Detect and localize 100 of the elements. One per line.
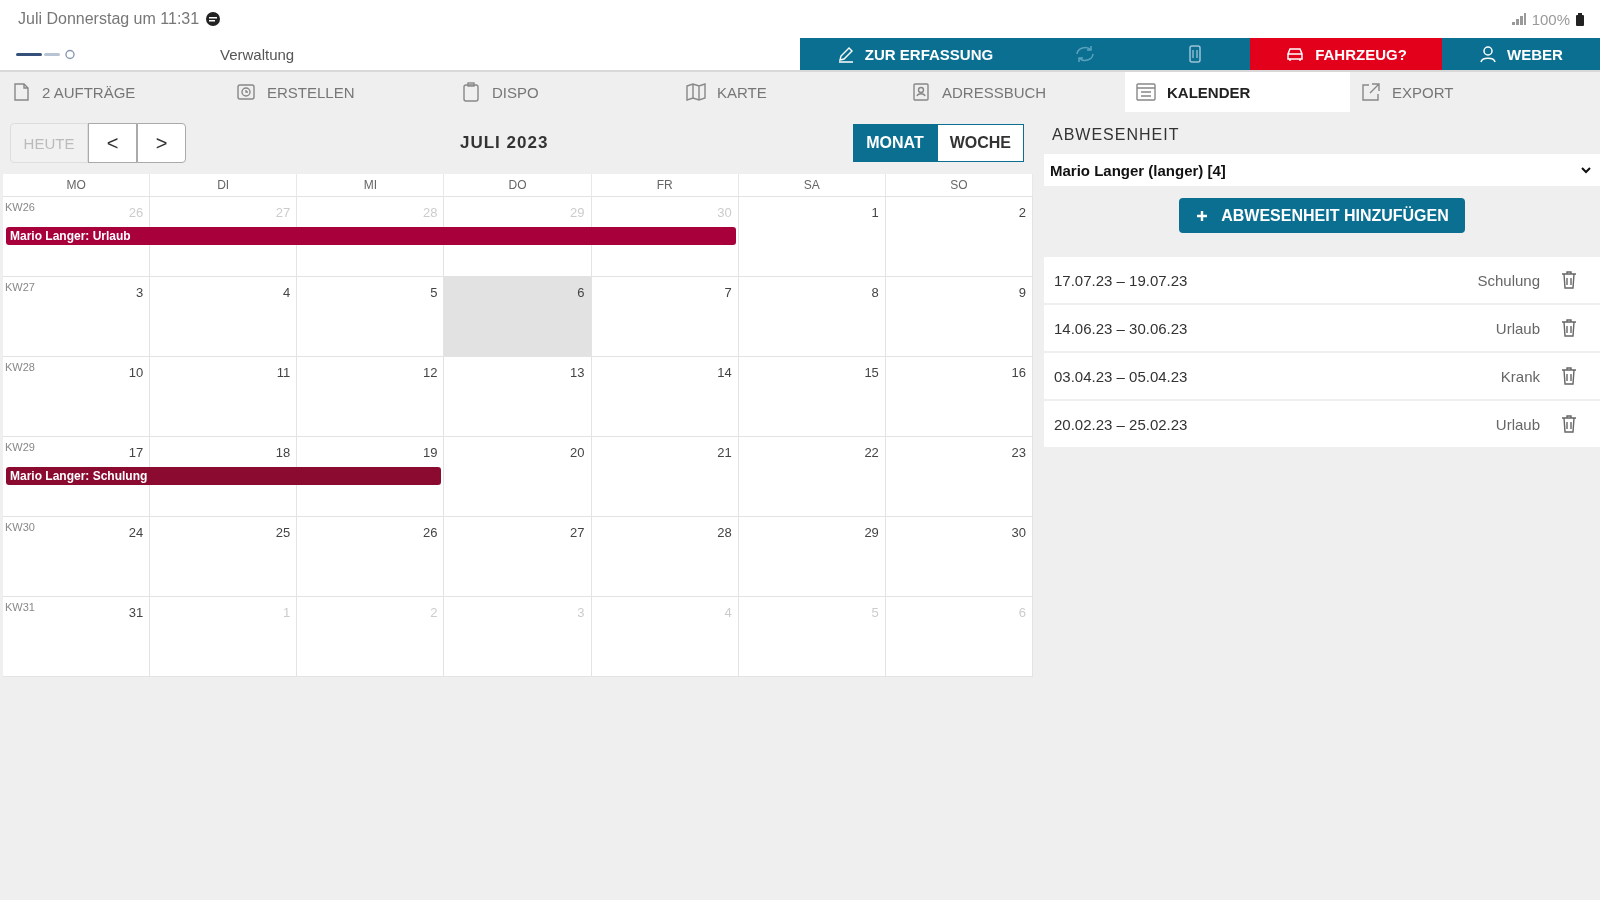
add-absence-button[interactable]: ABWESENHEIT HINZUFÜGEN: [1179, 198, 1465, 233]
nav-tab[interactable]: ERSTELLEN: [225, 72, 450, 112]
day-number: 25: [275, 525, 291, 540]
battery-icon: [1576, 12, 1584, 26]
delete-icon[interactable]: [1560, 318, 1578, 338]
day-cell[interactable]: 27: [444, 517, 592, 547]
panel-title: ABWESENHEIT: [1051, 126, 1181, 144]
day-cell[interactable]: 29: [738, 517, 886, 547]
day-cell[interactable]: 25: [150, 517, 298, 547]
day-cell[interactable]: 14: [591, 357, 739, 387]
day-number: 16: [1011, 365, 1026, 380]
weekday-header: SA: [738, 174, 886, 196]
absence-entry[interactable]: 20.02.23 – 25.02.23 Urlaub: [1044, 401, 1600, 447]
date-range: 17.07.23 – 19.07.23: [1054, 271, 1188, 289]
calendar-event[interactable]: Mario Langer: Schulung: [6, 467, 442, 485]
car-icon: [1285, 46, 1306, 62]
calendar-event[interactable]: Mario Langer: Urlaub: [6, 227, 736, 245]
logo-icon: [16, 48, 78, 60]
day-cell[interactable]: 13: [444, 357, 592, 387]
nav-tab[interactable]: DISPO: [450, 72, 675, 112]
day-number: 12: [422, 365, 438, 380]
day-cell[interactable]: 6: [444, 277, 592, 307]
week-number: KW31: [5, 601, 35, 613]
day-cell[interactable]: 8: [738, 277, 886, 307]
weekday-header: SO: [885, 174, 1033, 196]
nav-tab[interactable]: 2 AUFTRÄGE: [0, 72, 225, 112]
day-cell[interactable]: 21: [591, 437, 739, 467]
day-number: 20: [570, 445, 585, 460]
weekday-header: MO: [3, 174, 151, 196]
day-number: 28: [717, 525, 732, 540]
clipboard-icon: [460, 82, 482, 102]
day-cell[interactable]: 20: [444, 437, 592, 467]
day-cell[interactable]: 30: [885, 517, 1033, 547]
day-cell[interactable]: KW27 3: [3, 277, 151, 307]
day-number: 22: [864, 445, 879, 460]
day-number: 9: [1018, 285, 1026, 300]
day-cell[interactable]: 1: [738, 197, 886, 227]
absence-entry[interactable]: 14.06.23 – 30.06.23 Urlaub: [1044, 305, 1600, 351]
week-number: KW27: [5, 281, 35, 293]
day-cell[interactable]: KW28 10: [3, 357, 151, 387]
week-number: KW29: [5, 441, 35, 453]
day-number: 24: [128, 525, 144, 540]
weekday-header: DO: [444, 174, 592, 196]
delete-icon[interactable]: [1560, 366, 1578, 386]
battery-level: 100%: [1531, 10, 1570, 28]
day-number: 31: [128, 605, 144, 620]
day-number: 13: [570, 365, 585, 380]
header-button[interactable]: WEBER: [1442, 38, 1600, 70]
day-cell[interactable]: 28: [591, 517, 739, 547]
map-icon: [685, 82, 707, 102]
day-number: 11: [276, 365, 291, 380]
day-cell[interactable]: 15: [738, 357, 886, 387]
day-number: 15: [864, 365, 879, 380]
next-button[interactable]: >: [137, 123, 186, 163]
day-cell[interactable]: 9: [885, 277, 1033, 307]
day-cell[interactable]: 16: [885, 357, 1033, 387]
day-number: 30: [1011, 525, 1026, 540]
day-cell[interactable]: 26: [297, 517, 445, 547]
previous-button[interactable]: <: [88, 123, 137, 163]
delete-icon[interactable]: [1560, 270, 1578, 290]
absence-type: Urlaub: [1495, 415, 1540, 433]
absence-type: Urlaub: [1495, 319, 1540, 337]
day-cell[interactable]: KW31 31: [3, 597, 151, 627]
header-button[interactable]: FAHRZEUG?: [1250, 38, 1442, 70]
nav-tab[interactable]: EXPORT: [1350, 72, 1575, 112]
export-icon: [1360, 82, 1382, 102]
signal-icon: [1511, 13, 1526, 25]
day-cell[interactable]: 22: [738, 437, 886, 467]
contact-icon: [910, 82, 932, 102]
absence-entry[interactable]: 17.07.23 – 19.07.23 Schulung: [1044, 257, 1600, 303]
view-toggle[interactable]: MONAT: [853, 124, 937, 162]
plus-icon: [1195, 208, 1210, 223]
day-number: 14: [717, 365, 732, 380]
pencil-icon: [836, 45, 855, 63]
day-cell[interactable]: 7: [591, 277, 739, 307]
absence-type: Schulung: [1477, 271, 1540, 289]
person-select[interactable]: Mario Langer (langer) [4]: [1044, 154, 1600, 186]
absence-entry[interactable]: 03.04.23 – 05.04.23 Krank: [1044, 353, 1600, 399]
message-icon: [205, 11, 222, 27]
delete-icon[interactable]: [1560, 414, 1578, 434]
status-time: Juli Donnerstag um 11:31: [18, 10, 200, 28]
nav-tab[interactable]: KALENDER: [1125, 72, 1350, 112]
day-number: 8: [871, 285, 879, 300]
day-number: 29: [864, 525, 879, 540]
week-number: KW28: [5, 361, 35, 373]
chevron-down-icon: [1580, 166, 1592, 174]
header-button[interactable]: ZUR ERFASSUNG: [800, 38, 1030, 70]
nav-tab[interactable]: ADRESSBUCH: [900, 72, 1125, 112]
day-number: 21: [717, 445, 732, 460]
day-cell[interactable]: 2: [885, 197, 1033, 227]
day-cell[interactable]: 12: [297, 357, 445, 387]
weekday-header: FR: [591, 174, 739, 196]
day-cell[interactable]: KW30 24: [3, 517, 151, 547]
section-title: Verwaltung: [220, 45, 295, 63]
day-cell[interactable]: 23: [885, 437, 1033, 467]
nav-tab[interactable]: KARTE: [675, 72, 900, 112]
day-cell[interactable]: 11: [150, 357, 298, 387]
day-cell[interactable]: 4: [150, 277, 298, 307]
view-toggle[interactable]: WOCHE: [936, 124, 1024, 162]
day-number: 10: [128, 365, 144, 380]
